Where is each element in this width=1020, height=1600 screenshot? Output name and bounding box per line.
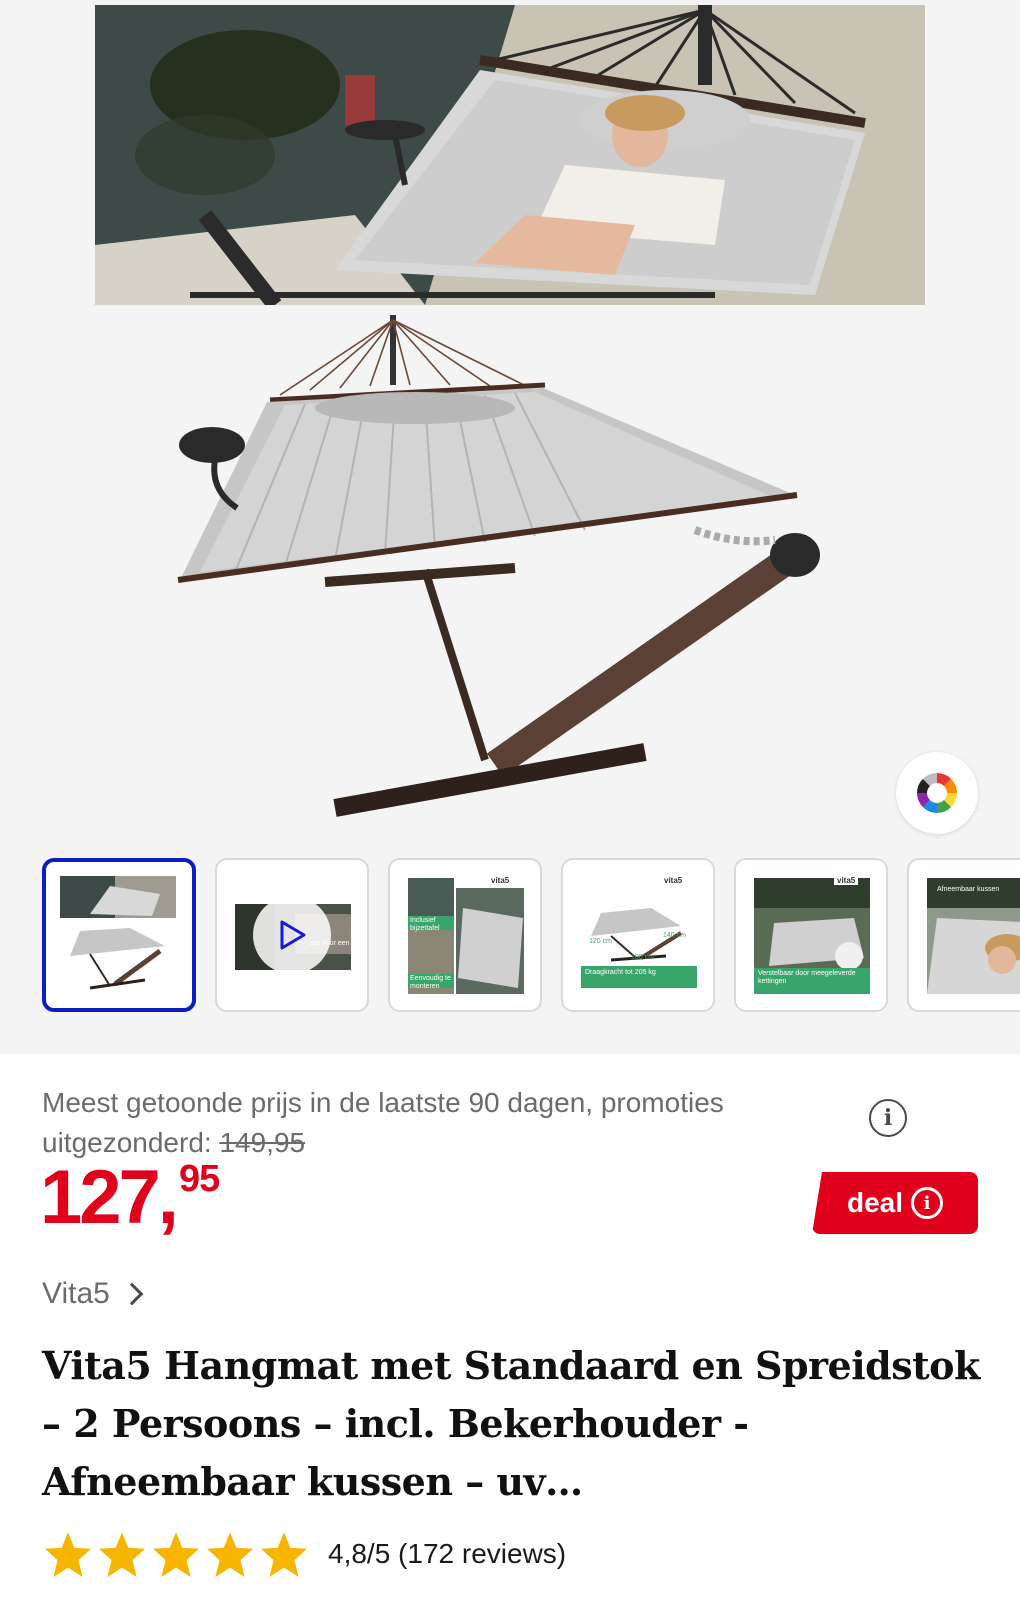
lowest-price-value: 149,95 [219, 1127, 306, 1158]
rating-text: 4,8/5 (172 reviews) [328, 1538, 567, 1569]
main-product-image[interactable] [95, 5, 925, 825]
product-title: Vita5 Hangmat met Standaard en Spreidsto… [42, 1343, 980, 1504]
thumbnail-caption: Afneembaar kussen [937, 886, 1000, 893]
brand-link[interactable]: Vita5 [42, 1277, 144, 1311]
star-icon [261, 1532, 307, 1577]
thumbnail-1[interactable] [42, 858, 196, 1012]
thumbnail-dimension: 120 cm [589, 938, 612, 945]
lowest-price-label: Meest getoonde prijs in de laatste 90 da… [42, 1087, 724, 1158]
chevron-right-icon [120, 1282, 144, 1306]
deal-badge[interactable]: deal i [812, 1172, 978, 1234]
image-gallery: zon voor een vita5 Inclusief bijzettafel… [0, 0, 1020, 1054]
product-rating[interactable]: 4,8/5 (172 reviews) [42, 1530, 566, 1578]
price-cents: 95 [179, 1158, 220, 1200]
thumbnail-caption: Verstelbaar door meegeleverde kettingen [758, 970, 856, 985]
current-price: 127, 95 [40, 1155, 220, 1240]
thumbnail-6[interactable]: Afneembaar kussen [907, 858, 1020, 1012]
thumbnail-brand-label: vita5 [834, 876, 859, 885]
play-icon [280, 920, 306, 950]
lowest-price-notice: Meest getoonde prijs in de laatste 90 da… [42, 1083, 862, 1163]
thumbnail-dimension: 140 cm [663, 932, 686, 939]
price-main: 127, [40, 1155, 179, 1240]
thumbnail-caption: Inclusief bijzettafel [410, 917, 440, 932]
star-icon [45, 1532, 91, 1577]
color-wheel-icon [917, 773, 957, 813]
hammock-lifestyle-photo [95, 5, 925, 305]
deal-label: deal [846, 1187, 904, 1218]
brand-name: Vita5 [42, 1277, 110, 1310]
color-variant-button[interactable] [896, 752, 978, 834]
thumbnail-brand-label: vita5 [661, 876, 686, 885]
star-icon [153, 1532, 199, 1577]
deal-info-icon: i [911, 1187, 944, 1219]
star-icon [99, 1532, 145, 1577]
thumbnail-caption: Eenvoudig te monteren [410, 975, 451, 990]
price-info-icon[interactable]: i [869, 1099, 907, 1137]
thumbnail-video[interactable]: zon voor een [215, 858, 369, 1012]
thumbnail-caption: Draagkracht tot 205 kg [585, 969, 656, 976]
thumbnail-3[interactable]: vita5 Inclusief bijzettafel Eenvoudig te… [388, 858, 542, 1012]
hammock-product-photo [175, 310, 855, 835]
thumbnail-dimension: 100 cm [631, 954, 654, 961]
rating-stars [42, 1530, 312, 1578]
play-button[interactable] [253, 896, 331, 974]
thumbnail-strip: zon voor een vita5 Inclusief bijzettafel… [42, 858, 1020, 1012]
thumbnail-4[interactable]: vita5 120 cm 140 cm 100 cm Draagkracht t… [561, 858, 715, 1012]
thumbnail-5[interactable]: vita5 Verstelbaar door meegeleverde kett… [734, 858, 888, 1012]
star-icon [207, 1532, 253, 1577]
thumbnail-brand-label: vita5 [488, 876, 513, 885]
